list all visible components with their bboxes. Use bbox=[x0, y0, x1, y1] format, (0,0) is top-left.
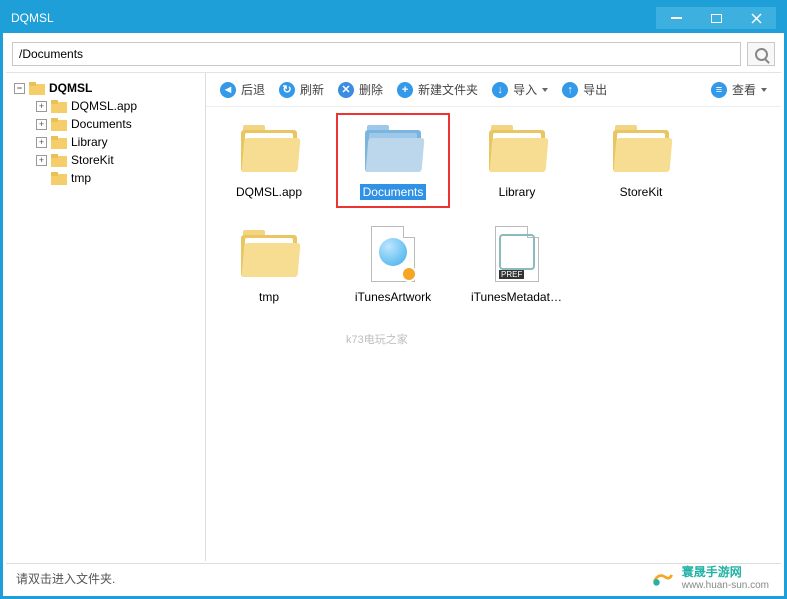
delete-button[interactable]: ✕ 删除 bbox=[338, 81, 383, 98]
back-icon: ◄ bbox=[220, 82, 236, 98]
view-label: 查看 bbox=[732, 81, 756, 98]
folder-icon bbox=[51, 172, 67, 185]
tree-item-tmp[interactable]: tmp bbox=[32, 169, 201, 187]
tree-item-label: Library bbox=[71, 135, 108, 149]
minimize-button[interactable] bbox=[656, 7, 696, 29]
refresh-button[interactable]: ↻ 刷新 bbox=[279, 81, 324, 98]
maximize-button[interactable] bbox=[696, 7, 736, 29]
item-label: iTunesMetadata.p... bbox=[468, 289, 566, 305]
expand-icon[interactable]: + bbox=[36, 137, 47, 148]
back-label: 后退 bbox=[241, 81, 265, 98]
folder-icon bbox=[237, 121, 301, 177]
new-folder-button[interactable]: + 新建文件夹 bbox=[397, 81, 478, 98]
collapse-icon[interactable]: − bbox=[14, 83, 25, 94]
folder-icon bbox=[361, 121, 425, 177]
item-label: iTunesArtwork bbox=[352, 289, 434, 305]
brand-url: www.huan-sun.com bbox=[682, 580, 769, 591]
view-icon: ≡ bbox=[711, 82, 727, 98]
delete-icon: ✕ bbox=[338, 82, 354, 98]
grid-item-folder[interactable]: Documents bbox=[344, 121, 442, 200]
folder-icon bbox=[29, 82, 45, 95]
tree-item-documents[interactable]: + Documents bbox=[32, 115, 201, 133]
tree-item-label: tmp bbox=[71, 171, 91, 185]
tree-item-label: DQMSL.app bbox=[71, 99, 137, 113]
file-icon bbox=[361, 226, 425, 282]
expand-icon bbox=[36, 173, 47, 184]
folder-icon bbox=[51, 136, 67, 149]
item-label: tmp bbox=[256, 289, 282, 305]
chevron-down-icon bbox=[542, 88, 548, 92]
grid-item-folder[interactable]: Library bbox=[468, 121, 566, 200]
grid-item-folder[interactable]: tmp bbox=[220, 226, 318, 305]
status-bar: 请双击进入文件夹. 寰晟手游网 www.huan-sun.com bbox=[6, 563, 781, 593]
item-label: Library bbox=[496, 184, 539, 200]
delete-label: 删除 bbox=[359, 81, 383, 98]
toolbar: ◄ 后退 ↻ 刷新 ✕ 删除 + 新建文件夹 ↓ 导入 ↑ 导出 ≡ 查看 bbox=[206, 73, 781, 107]
window-title: DQMSL bbox=[11, 11, 54, 25]
back-button[interactable]: ◄ 后退 bbox=[220, 81, 265, 98]
tree-item-label: StoreKit bbox=[71, 153, 114, 167]
export-button[interactable]: ↑ 导出 bbox=[562, 81, 607, 98]
plus-icon: + bbox=[397, 82, 413, 98]
tree-item-label: Documents bbox=[71, 117, 132, 131]
import-button[interactable]: ↓ 导入 bbox=[492, 81, 548, 98]
grid-item-folder[interactable]: DQMSL.app bbox=[220, 121, 318, 200]
item-label: DQMSL.app bbox=[233, 184, 305, 200]
item-label: Documents bbox=[360, 184, 427, 200]
folder-icon bbox=[51, 100, 67, 113]
file-grid: DQMSL.app Documents Library StoreKit tmp bbox=[206, 107, 781, 561]
import-label: 导入 bbox=[513, 81, 537, 98]
folder-icon bbox=[237, 226, 301, 282]
close-button[interactable] bbox=[736, 7, 776, 29]
expand-icon[interactable]: + bbox=[36, 155, 47, 166]
sidebar-tree: − DQMSL + DQMSL.app + Documents + bbox=[6, 73, 206, 561]
grid-item-folder[interactable]: StoreKit bbox=[592, 121, 690, 200]
new-folder-label: 新建文件夹 bbox=[418, 81, 478, 98]
grid-item-file[interactable]: iTunesArtwork bbox=[344, 226, 442, 305]
brand-name: 寰晟手游网 bbox=[682, 563, 769, 580]
grid-item-file[interactable]: PREF iTunesMetadata.p... bbox=[468, 226, 566, 305]
refresh-icon: ↻ bbox=[279, 82, 295, 98]
import-icon: ↓ bbox=[492, 82, 508, 98]
tree-root[interactable]: − DQMSL bbox=[10, 79, 201, 97]
branding: 寰晟手游网 www.huan-sun.com bbox=[650, 563, 769, 591]
refresh-label: 刷新 bbox=[300, 81, 324, 98]
status-text: 请双击进入文件夹. bbox=[16, 570, 115, 587]
view-button[interactable]: ≡ 查看 bbox=[711, 81, 767, 98]
file-icon: PREF bbox=[485, 226, 549, 282]
address-input[interactable] bbox=[12, 42, 741, 66]
folder-icon bbox=[51, 118, 67, 131]
folder-icon bbox=[609, 121, 673, 177]
item-label: StoreKit bbox=[617, 184, 666, 200]
chevron-down-icon bbox=[761, 88, 767, 92]
search-icon bbox=[755, 48, 768, 61]
tree-item-storekit[interactable]: + StoreKit bbox=[32, 151, 201, 169]
tree-item-library[interactable]: + Library bbox=[32, 133, 201, 151]
tree-root-label: DQMSL bbox=[49, 81, 92, 95]
export-label: 导出 bbox=[583, 81, 607, 98]
expand-icon[interactable]: + bbox=[36, 101, 47, 112]
search-button[interactable] bbox=[747, 42, 775, 66]
expand-icon[interactable]: + bbox=[36, 119, 47, 130]
export-icon: ↑ bbox=[562, 82, 578, 98]
folder-icon bbox=[51, 154, 67, 167]
tree-item-dqmsl-app[interactable]: + DQMSL.app bbox=[32, 97, 201, 115]
folder-icon bbox=[485, 121, 549, 177]
brand-logo-icon bbox=[650, 564, 676, 590]
